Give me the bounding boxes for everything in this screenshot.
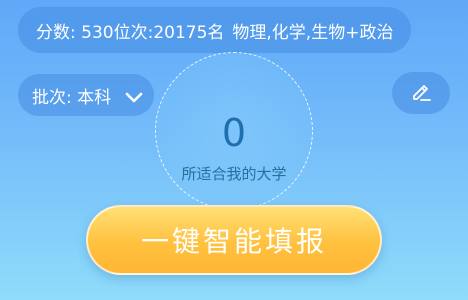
matched-count: 0 bbox=[221, 111, 247, 155]
matched-universities-circle[interactable]: 0 所适合我的大学 bbox=[155, 52, 313, 210]
edit-button[interactable] bbox=[392, 72, 450, 114]
score-value: 分数: 530 bbox=[36, 22, 114, 43]
batch-selector[interactable]: 批次: 本科 bbox=[18, 74, 154, 116]
rank-value: 位次:20175名 bbox=[113, 22, 225, 43]
smart-apply-button[interactable]: 一键智能填报 bbox=[86, 205, 382, 275]
score-summary-pill: 分数: 530 位次:20175名 物理,化学,生物+政治 bbox=[18, 7, 412, 53]
batch-label: 批次: 本科 bbox=[32, 87, 112, 108]
chevron-down-icon bbox=[125, 89, 143, 103]
subjects-value: 物理,化学,生物+政治 bbox=[232, 22, 394, 43]
pencil-edit-icon bbox=[409, 79, 433, 107]
matched-caption: 所适合我的大学 bbox=[181, 165, 287, 183]
smart-apply-label: 一键智能填报 bbox=[140, 225, 327, 258]
